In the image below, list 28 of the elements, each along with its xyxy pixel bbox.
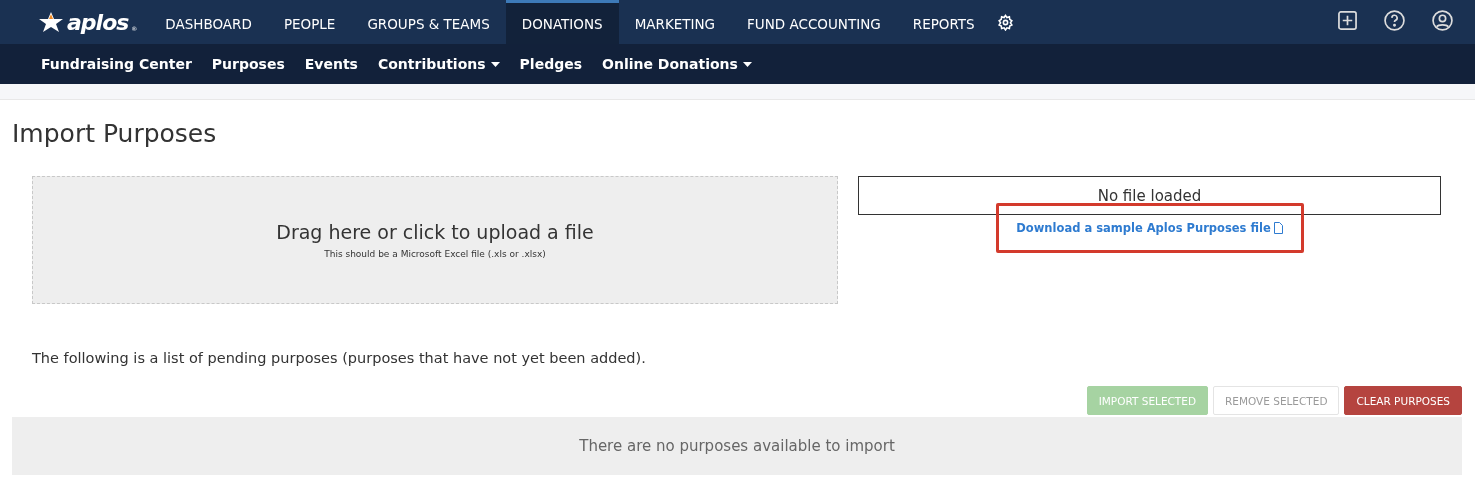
logo-text: aplos — [67, 9, 129, 35]
nav-tab[interactable]: GROUPS & TEAMS — [351, 0, 506, 44]
sample-file-link[interactable]: Download a sample Aplos Purposes file — [1016, 221, 1283, 235]
help-icon[interactable] — [1384, 9, 1405, 31]
subnav-link[interactable]: Online Donations — [602, 56, 752, 72]
upload-dropzone[interactable]: Drag here or click to upload a file This should be a Microsoft Excel file (.xls or .xlsx) — [32, 176, 838, 304]
nav-tab[interactable]: PEOPLE — [267, 0, 352, 44]
upload-hint: This should be a Microsoft Excel file (.xls or .xlsx) — [324, 249, 546, 259]
nav-tab[interactable]: REPORTS — [896, 0, 991, 44]
file-icon — [1273, 222, 1283, 234]
subnav-link[interactable]: Contributions — [377, 56, 500, 72]
action-button[interactable]: CLEAR PURPOSES — [1344, 386, 1462, 415]
logo-star-icon — [38, 11, 64, 33]
subnav-link[interactable]: Events — [304, 56, 358, 72]
subnav-link[interactable]: Purposes — [211, 56, 285, 72]
nav-tab[interactable]: MARKETING — [618, 0, 732, 44]
file-status: No file loaded — [858, 176, 1441, 215]
subnav-link[interactable]: Pledges — [519, 56, 582, 72]
add-icon[interactable] — [1338, 10, 1357, 30]
nav-tab[interactable]: FUND ACCOUNTING — [731, 0, 897, 44]
user-icon[interactable] — [1432, 9, 1453, 31]
nav-tab[interactable]: DASHBOARD — [149, 0, 268, 44]
nav-tab[interactable]: DONATIONS — [505, 0, 619, 44]
pending-note: The following is a list of pending purposes (purposes that have not yet been added). — [32, 350, 647, 366]
empty-message: There are no purposes available to import — [12, 417, 1462, 475]
subnav-link[interactable]: Fundraising Center — [41, 56, 192, 72]
page-title: Import Purposes — [12, 119, 218, 148]
upload-title: Drag here or click to upload a file — [276, 221, 594, 243]
